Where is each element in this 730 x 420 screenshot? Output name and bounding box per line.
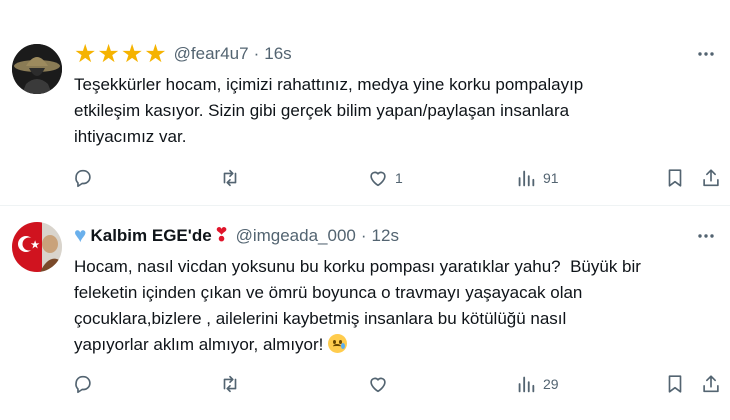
tweet-actions: 29 (72, 372, 720, 396)
heart-icon (370, 171, 386, 187)
tweet[interactable]: ★★★★ @fear4u7 · 16s Teşekkürler hocam, i… (0, 0, 730, 205)
share-icon (703, 375, 719, 393)
share-button[interactable] (700, 166, 722, 190)
tweet[interactable]: ♥ Kalbim EGE'de ❣ @imgeada_000 · 12s Hoca… (0, 206, 730, 420)
tweet-actions: 1 91 (72, 166, 720, 190)
blue-heart-icon: ♥ (74, 224, 87, 247)
star-rating: ★★★★ (74, 40, 168, 68)
separator-dot: · (360, 226, 367, 245)
reply-button[interactable] (72, 372, 100, 396)
more-options-icon[interactable] (696, 226, 716, 246)
analytics-icon (518, 170, 535, 187)
view-count: 91 (543, 170, 559, 186)
tweet-header: ★★★★ @fear4u7 · 16s (74, 40, 292, 68)
like-button[interactable]: 1 (367, 166, 403, 190)
like-button[interactable] (367, 372, 395, 396)
analytics-icon (518, 376, 535, 393)
share-icon (703, 169, 719, 187)
retweet-icon (223, 169, 237, 187)
reply-icon (75, 375, 91, 394)
view-count: 29 (543, 376, 559, 392)
bookmark-button[interactable] (664, 372, 686, 396)
views-button[interactable]: 29 (515, 372, 559, 396)
timestamp[interactable]: 16s (264, 44, 291, 64)
retweet-icon (223, 375, 237, 393)
share-button[interactable] (700, 372, 722, 396)
user-handle[interactable]: @fear4u7 (174, 44, 249, 64)
retweet-button[interactable] (219, 372, 247, 396)
display-name[interactable]: Kalbim EGE'de ❣ (90, 226, 229, 246)
bookmark-icon (668, 375, 682, 393)
tweet-text: Hocam, nasıl vicdan yoksunu bu korku pom… (74, 257, 641, 354)
separator-dot: · (253, 44, 260, 63)
bookmark-icon (668, 169, 682, 187)
heart-icon (370, 377, 386, 393)
more-options-icon[interactable] (696, 44, 716, 64)
tweet-header: ♥ Kalbim EGE'de ❣ @imgeada_000 · 12s (74, 224, 399, 248)
reply-button[interactable] (72, 166, 100, 190)
crying-face-icon (328, 334, 348, 353)
timestamp[interactable]: 12s (372, 226, 399, 246)
bookmark-button[interactable] (664, 166, 686, 190)
reply-icon (75, 169, 91, 188)
avatar[interactable] (12, 222, 62, 272)
views-button[interactable]: 91 (515, 166, 559, 190)
avatar[interactable] (12, 44, 62, 94)
like-count: 1 (395, 170, 403, 186)
red-exclamation-heart-icon: ❣ (213, 225, 230, 246)
retweet-button[interactable] (219, 166, 247, 190)
user-handle[interactable]: @imgeada_000 (236, 226, 356, 246)
tweet-text: Teşekkürler hocam, içimizi rahattınız, m… (74, 75, 584, 146)
